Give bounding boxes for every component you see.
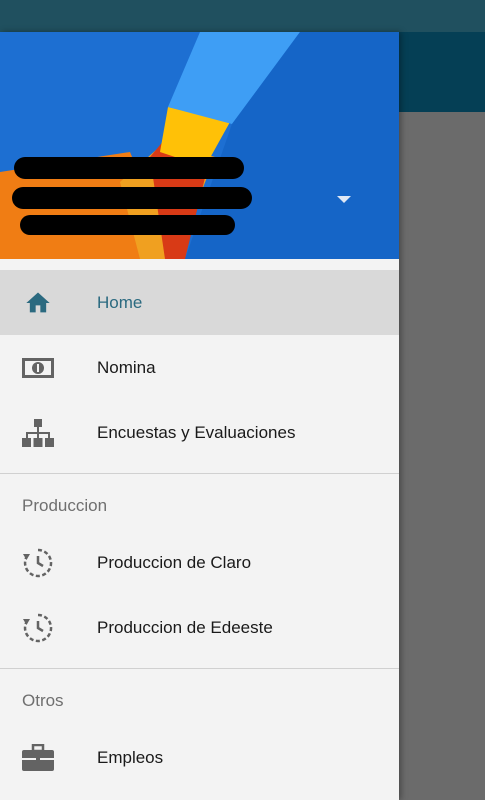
navigation-drawer: Home Nomina Encuestas y Evaluaciones Pro…: [0, 32, 399, 800]
menu-item-label: Produccion de Edeeste: [97, 617, 273, 637]
history-clock-icon: [20, 545, 56, 581]
section-header-produccion: Produccion: [22, 496, 108, 515]
arrow-drop-down-icon: [337, 196, 351, 203]
divider: [0, 668, 399, 669]
menu-item-produccion-edeeste[interactable]: Produccion de Edeeste: [0, 595, 399, 660]
drawer-header: [0, 32, 399, 259]
menu-item-encuestas[interactable]: Encuestas y Evaluaciones: [0, 400, 399, 465]
menu-item-nomina[interactable]: Nomina: [0, 335, 399, 400]
briefcase-icon: [20, 740, 56, 776]
home-icon: [20, 285, 56, 321]
redacted-account-detail: [20, 215, 235, 235]
history-clock-icon: [20, 610, 56, 646]
redacted-account-email: [12, 187, 252, 209]
menu-item-label: Home: [97, 292, 143, 312]
menu-item-label: Nomina: [97, 357, 156, 377]
menu-item-label: Encuestas y Evaluaciones: [97, 422, 296, 442]
menu-item-home[interactable]: Home: [0, 270, 399, 335]
menu-item-label: Empleos: [97, 747, 164, 767]
divider: [0, 473, 399, 474]
account-dropdown-button[interactable]: [337, 196, 353, 206]
status-bar: [0, 0, 485, 32]
redacted-account-name: [14, 157, 244, 179]
money-icon: [20, 350, 56, 386]
menu-item-label: Produccion de Claro: [97, 552, 252, 572]
section-header-otros: Otros: [22, 691, 64, 710]
menu-item-produccion-claro[interactable]: Produccion de Claro: [0, 530, 399, 595]
drawer-menu: Home Nomina Encuestas y Evaluaciones Pro…: [0, 270, 399, 790]
org-chart-icon: [20, 415, 56, 451]
menu-item-empleos[interactable]: Empleos: [0, 725, 399, 790]
